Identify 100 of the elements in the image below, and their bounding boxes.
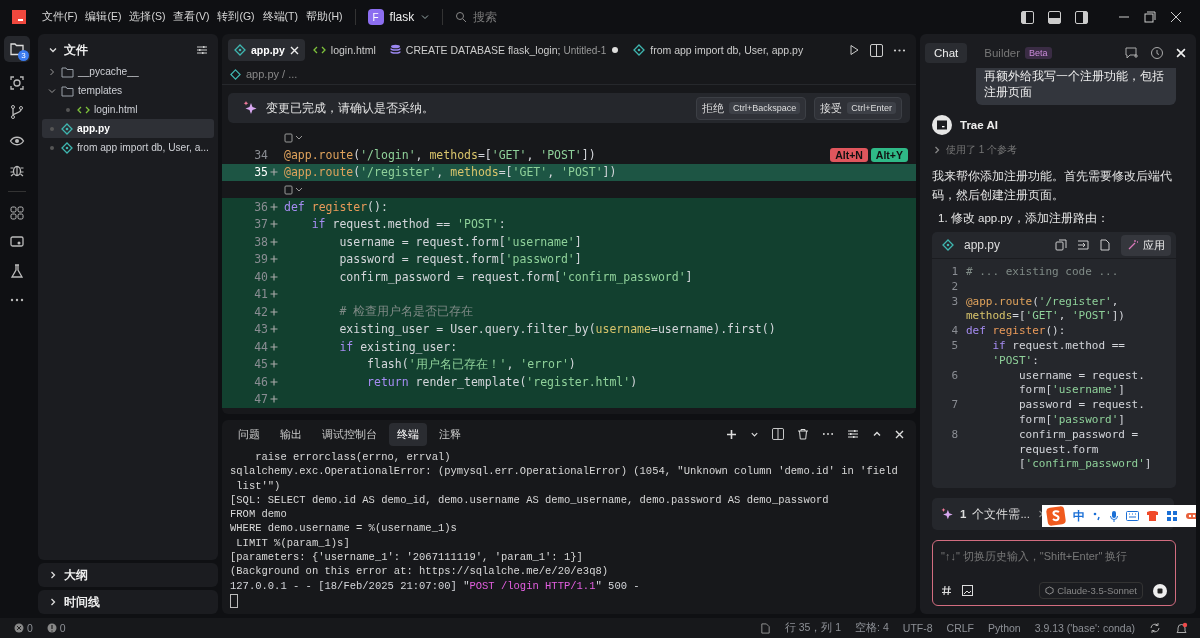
status-item[interactable]: Python xyxy=(987,622,1021,634)
panel-tab[interactable]: 终端 xyxy=(389,422,427,446)
code-text: # 检查用户名是否已存在 xyxy=(338,304,475,320)
menu-item[interactable]: 帮助(H) xyxy=(306,10,343,24)
terminal-line: FROM demo xyxy=(230,507,288,522)
line-number: 36 xyxy=(254,199,268,214)
panel-tab[interactable]: 注释 xyxy=(431,422,469,446)
status-item[interactable]: 3.9.13 ('base': conda) xyxy=(1034,622,1135,634)
editor-tab[interactable]: app.py xyxy=(228,39,305,61)
line-number: 47 xyxy=(254,392,268,407)
notification-badge: 3 xyxy=(18,50,29,61)
line-number: 5 xyxy=(951,339,958,352)
line-number: 6 xyxy=(951,368,958,382)
chat-mode-tab[interactable]: Builder Beta xyxy=(975,43,1061,63)
line-number: 39 xyxy=(254,252,268,267)
menu-item[interactable]: 查看(V) xyxy=(173,10,210,24)
code-text: @app.route('/register', methods=['GET', 'POST']) xyxy=(284,165,618,180)
code-text: flash('用户名已存在！', 'error') xyxy=(366,356,577,372)
line-number: 45 xyxy=(254,357,268,372)
code-text: 'POST': xyxy=(991,353,1039,369)
terminal-line: 127.0.0.1 - - [18/Feb/2025 21:07:00] "POST /login HTTP/1.1" 500 - xyxy=(230,578,641,593)
code-text: if existing_user: xyxy=(338,339,459,354)
code-text: if request.method == xyxy=(991,339,1125,354)
review-message: 变更已完成，请确认是否采纳。 xyxy=(266,100,434,116)
reference-toggle[interactable]: 使用了 1 个参考 xyxy=(932,143,1186,157)
terminal-line: [SQL: SELECT demo.id AS demo_id, demo.username AS demo_username, demo.password AS demo_password xyxy=(230,492,830,508)
code-text: methods=['GET', 'POST']) xyxy=(966,309,1125,325)
line-number: 43 xyxy=(254,322,268,337)
file-tree-item[interactable]: app.py xyxy=(42,119,214,138)
code-text: def register(): xyxy=(966,324,1066,339)
line-number: 4 xyxy=(951,324,958,338)
code-text: @app.route('/register', xyxy=(966,294,1119,310)
collapsed-section[interactable]: 大纲 xyxy=(38,563,218,587)
file-tree-item[interactable]: templates xyxy=(42,81,214,100)
terminal-line: WHERE demo.username = %(username_1)s xyxy=(230,521,458,536)
diff-shortcut-badge[interactable]: Alt+N xyxy=(830,147,868,162)
line-number: 40 xyxy=(254,269,268,284)
user-message: 再额外给我写一个注册功能，包括注册页面 xyxy=(976,68,1176,105)
terminal-line: (Background on this error at: https://sqlalche.me/e/20/e3q8) xyxy=(230,564,610,579)
chat-mode-tab[interactable]: Chat xyxy=(925,43,968,63)
code-text: confirm_password = xyxy=(1017,427,1139,443)
editor-tab[interactable]: CREATE DATABASE flask_login; Untitled-1 xyxy=(383,39,626,61)
breadcrumb[interactable]: app.py / ... xyxy=(222,64,916,85)
code-text: existing_user = User.query.filter_by(username=username).first() xyxy=(338,322,777,337)
code-text: username = request. xyxy=(1017,368,1145,384)
explorer-title: 文件 xyxy=(64,41,88,59)
menu-item[interactable]: 转到(G) xyxy=(217,10,255,24)
terminal-line: sqlalchemy.exc.OperationalError: (pymysql.err.OperationalError) (1054, "Unknown column 'demo.id' in 'field xyxy=(230,464,899,479)
code-text: return render_template('register.html') xyxy=(366,374,639,389)
review-button[interactable]: 接受 Ctrl+Enter xyxy=(814,96,902,120)
line-number: 38 xyxy=(254,234,268,249)
code-text: def register(): xyxy=(284,199,389,214)
status-item[interactable]: 空格: 4 xyxy=(855,621,889,635)
diff-shortcut-badge[interactable]: Alt+Y xyxy=(870,147,908,162)
project-switcher[interactable]: F flask xyxy=(367,9,431,25)
chat-input[interactable]: "↑↓" 切换历史输入，"Shift+Enter" 换行 Claude-3.5-Sonnet xyxy=(932,540,1176,606)
status-item[interactable]: UTF-8 xyxy=(902,622,933,634)
menu-item[interactable]: 编辑(E) xyxy=(85,10,122,24)
code-text: # ... existing code ... xyxy=(966,265,1119,280)
panel-tab[interactable]: 输出 xyxy=(272,422,310,446)
error-count[interactable]: 0 xyxy=(14,622,33,634)
warning-count[interactable]: 0 xyxy=(46,622,66,634)
terminal-line: raise errorclass(errno, errval) xyxy=(254,450,452,465)
file-tree-item[interactable]: __pycache__ xyxy=(42,62,214,81)
status-item[interactable]: CRLF xyxy=(946,622,974,634)
line-number: 3 xyxy=(951,294,958,308)
explorer-button[interactable]: 3 xyxy=(4,36,30,62)
code-text: password = request. xyxy=(1017,398,1145,413)
line-number: 2 xyxy=(951,279,958,293)
line-number: 44 xyxy=(254,339,268,354)
code-text: confirm_password = request.form['confirm_password'] xyxy=(338,269,694,284)
menu-item[interactable]: 终端(T) xyxy=(262,10,298,24)
line-number: 46 xyxy=(254,374,268,389)
code-text: request.form xyxy=(1017,442,1099,458)
model-selector[interactable]: Claude-3.5-Sonnet xyxy=(1039,582,1143,599)
collapsed-section[interactable]: 时间线 xyxy=(38,590,218,614)
panel-tab[interactable]: 问题 xyxy=(230,422,268,446)
review-button[interactable]: 拒绝 Ctrl+Backspace xyxy=(695,96,807,120)
input-method-menu[interactable]: 中 xyxy=(1042,505,1196,527)
status-item[interactable]: 行 35，列 1 xyxy=(784,621,842,635)
terminal-line: LIMIT %(param_1)s] xyxy=(235,535,351,551)
panel-tab[interactable]: 调试控制台 xyxy=(314,422,385,446)
menu-item[interactable]: 文件(F) xyxy=(42,10,78,24)
terminal-line: list'") xyxy=(235,478,282,493)
line-number: 8 xyxy=(951,427,958,441)
line-number: 35 xyxy=(254,165,268,180)
editor-tab[interactable]: from app import db, User, app.py xyxy=(627,39,810,61)
editor-tab[interactable]: login.html xyxy=(306,39,382,61)
code-text: ['confirm_password'] xyxy=(1017,457,1152,473)
terminal-line: [parameters: {'username_1': '2067111119', 'param_1': 1}] xyxy=(230,550,584,565)
file-tree-item[interactable]: from app import db, User, a... xyxy=(42,138,214,157)
assistant-paragraph: 我来帮你添加注册功能。首先需要修改后端代码，然后创建注册页面。 xyxy=(932,169,1173,203)
file-tree-item[interactable]: login.html xyxy=(42,100,214,119)
line-number: 7 xyxy=(951,398,958,412)
line-number: 1 xyxy=(951,265,958,278)
code-file-name: app.py xyxy=(964,238,1001,252)
menu-item[interactable]: 选择(S) xyxy=(129,10,166,24)
apply-button[interactable]: 应用 xyxy=(1121,234,1171,256)
search-field[interactable]: 搜索 xyxy=(455,8,616,26)
assistant-name: Trae AI xyxy=(960,119,998,131)
